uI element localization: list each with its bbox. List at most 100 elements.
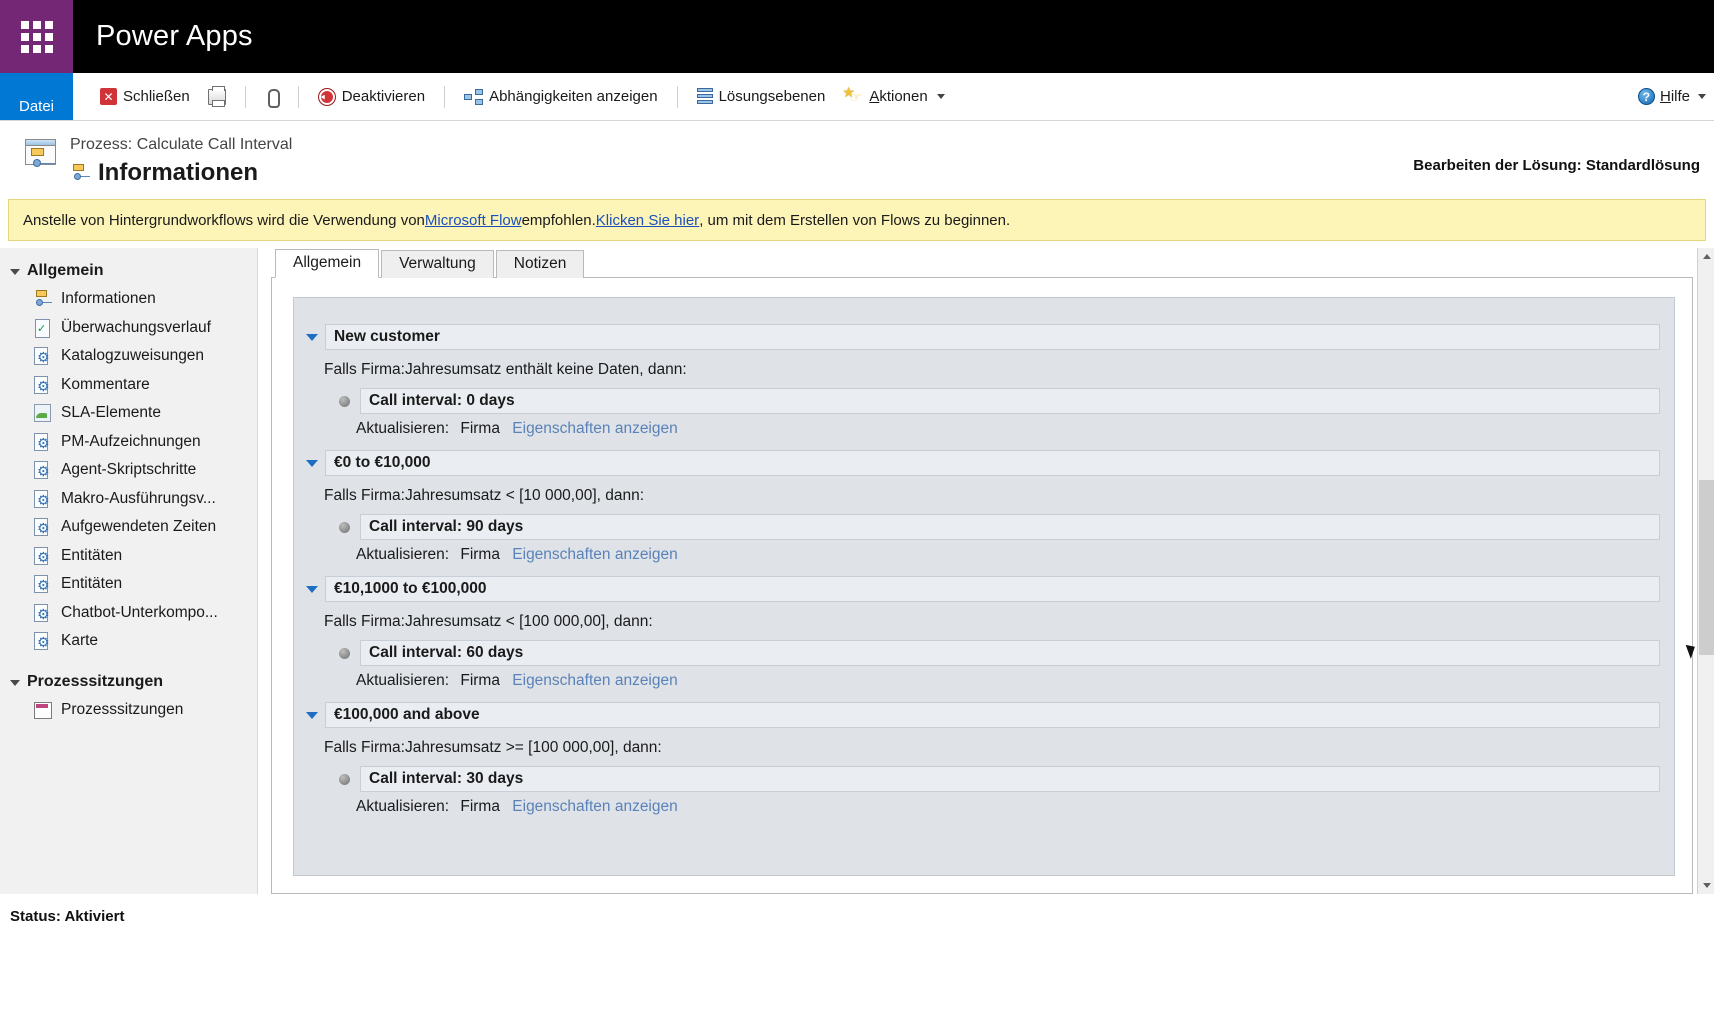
flow-recommendation-banner: Anstelle von Hintergrundworkflows wird d…: [8, 199, 1706, 241]
sidebar-item-label: Überwachungsverlauf: [61, 318, 211, 336]
tab-allgemein[interactable]: Allgemein: [275, 249, 380, 278]
page-scrollbar[interactable]: [1697, 248, 1714, 894]
bullet-icon: [339, 395, 350, 407]
tab-notizen[interactable]: Notizen: [495, 250, 585, 278]
dependencies-icon: [464, 88, 484, 105]
tab-verwaltung[interactable]: Verwaltung: [381, 250, 494, 278]
scroll-down-arrow-icon[interactable]: [1698, 877, 1714, 894]
show-properties-link[interactable]: Eigenschaften anzeigen: [512, 798, 677, 815]
sidebar-item-ueberwachungsverlauf[interactable]: Überwachungsverlauf: [0, 314, 257, 343]
sidebar-item-karte[interactable]: Karte: [0, 627, 257, 656]
solution-layers-icon: [696, 88, 713, 105]
attach-button[interactable]: [256, 84, 288, 110]
show-dependencies-button[interactable]: Abhängigkeiten anzeigen: [455, 84, 666, 109]
rule-condition: Falls Firma:Jahresumsatz enthält keine D…: [324, 361, 687, 378]
page-title-block: Prozess: Calculate Call Interval Informa…: [70, 133, 292, 187]
sidebar-item-entitaeten-1[interactable]: Entitäten: [0, 542, 257, 571]
sidebar-item-label: SLA-Elemente: [61, 404, 161, 422]
rule-action-row: Call interval: 90 days: [306, 514, 1660, 540]
actions-label: Aktionen: [869, 88, 928, 105]
bullet-icon: [339, 647, 350, 659]
banner-text-before: Anstelle von Hintergrundworkflows wird d…: [23, 211, 425, 229]
help-label: Hilfe: [1659, 88, 1690, 105]
rule-header: €0 to €10,000: [306, 450, 1660, 476]
sidebar-item-label: Katalogzuweisungen: [61, 347, 205, 365]
rule-action[interactable]: Call interval: 60 days: [360, 640, 1660, 666]
command-separator-4: [676, 85, 678, 108]
deactivate-icon: [317, 87, 336, 106]
show-properties-link[interactable]: Eigenschaften anzeigen: [512, 420, 677, 437]
sidebar-item-katalogzuweisungen[interactable]: Katalogzuweisungen: [0, 342, 257, 371]
expand-triangle-icon[interactable]: [306, 585, 318, 593]
solution-context-label: Bearbeiten der Lösung: Standardlösung: [1413, 157, 1700, 174]
rule-update-row: Aktualisieren: Firma Eigenschaften anzei…: [306, 792, 1660, 826]
show-properties-link[interactable]: Eigenschaften anzeigen: [512, 672, 677, 689]
sidebar-item-kommentare[interactable]: Kommentare: [0, 371, 257, 400]
sidebar-item-sla-elemente[interactable]: SLA-Elemente: [0, 399, 257, 428]
sidebar-item-chatbot-unterkompo[interactable]: Chatbot-Unterkompo...: [0, 599, 257, 628]
print-icon: [207, 85, 226, 107]
form-area: New customer Falls Firma:Jahresumsatz en…: [271, 278, 1693, 894]
rule-title[interactable]: €10,1000 to €100,000: [325, 576, 1660, 602]
close-button[interactable]: ✕ Schließen: [91, 84, 199, 109]
rule-action[interactable]: Call interval: 90 days: [360, 514, 1660, 540]
microsoft-flow-link[interactable]: Microsoft Flow: [425, 212, 522, 229]
scroll-up-arrow-icon[interactable]: [1698, 248, 1714, 265]
actions-button[interactable]: Aktionen: [834, 84, 953, 110]
sidebar-item-pm-aufzeichnungen[interactable]: PM-Aufzeichnungen: [0, 428, 257, 457]
file-tab[interactable]: Datei: [0, 73, 73, 120]
sidebar-item-label: Makro-Ausführungsv...: [61, 489, 216, 507]
bullet-icon: [339, 521, 350, 533]
rule-title[interactable]: €0 to €10,000: [325, 450, 1660, 476]
rule-update-target: Firma: [460, 546, 500, 563]
click-here-link[interactable]: Klicken Sie hier: [596, 212, 699, 229]
sidebar-item-informationen[interactable]: Informationen: [0, 285, 257, 314]
gear-document-icon: [33, 632, 52, 651]
command-list: ✕ Schließen Deaktivieren Abhängigkeiten …: [73, 73, 1638, 120]
rule-group: New customer Falls Firma:Jahresumsatz en…: [306, 324, 1660, 448]
gear-document-icon: [33, 603, 52, 622]
rule-action[interactable]: Call interval: 0 days: [360, 388, 1660, 414]
sidebar-item-entitaeten-2[interactable]: Entitäten: [0, 570, 257, 599]
expand-triangle-icon[interactable]: [306, 459, 318, 467]
deactivate-button[interactable]: Deaktivieren: [309, 84, 434, 110]
nav-group-prozesssitzungen[interactable]: Prozesssitzungen: [0, 668, 257, 696]
help-button[interactable]: ? Hilfe: [1637, 73, 1714, 120]
solution-layers-button[interactable]: Lösungsebenen: [688, 84, 835, 109]
expand-triangle-icon[interactable]: [306, 711, 318, 719]
nav-group-allgemein[interactable]: Allgemein: [0, 257, 257, 285]
rule-update-label: Aktualisieren:: [356, 672, 450, 689]
suite-bar: Power Apps: [0, 0, 1714, 73]
waffle-grid-icon: [20, 20, 53, 53]
body-split: Allgemein Informationen Überwachungsverl…: [0, 248, 1714, 894]
gear-document-icon: [33, 347, 52, 366]
app-launcher-button[interactable]: [0, 0, 73, 73]
rule-action[interactable]: Call interval: 30 days: [360, 766, 1660, 792]
sidebar-item-label: Karte: [61, 632, 99, 650]
sidebar-item-makro-ausfuehrungsv[interactable]: Makro-Ausführungsv...: [0, 485, 257, 514]
print-button[interactable]: [199, 85, 235, 109]
collapse-triangle-icon: [10, 269, 20, 275]
scrollbar-thumb[interactable]: [1699, 480, 1714, 655]
rule-title[interactable]: New customer: [325, 324, 1660, 350]
rule-title[interactable]: €100,000 and above: [325, 702, 1660, 728]
command-bar: Datei ✕ Schließen Deaktivieren Abhängigk…: [0, 73, 1714, 121]
gear-document-icon: [33, 375, 52, 394]
sidebar-item-label: Informationen: [61, 290, 156, 308]
status-bar: Status: Aktiviert: [0, 894, 1714, 938]
command-separator-3: [444, 85, 446, 108]
rule-group: €10,1000 to €100,000 Falls Firma:Jahresu…: [306, 576, 1660, 700]
sidebar-item-agent-skriptschritte[interactable]: Agent-Skriptschritte: [0, 456, 257, 485]
help-chevron-down-icon: [1698, 94, 1706, 99]
sidebar-item-prozesssitzungen[interactable]: Prozesssitzungen: [0, 696, 257, 725]
sidebar-item-aufgewendeten-zeiten[interactable]: Aufgewendeten Zeiten: [0, 513, 257, 542]
sidebar-item-label: Aufgewendeten Zeiten: [61, 518, 217, 536]
breadcrumb: Prozess: Calculate Call Interval: [70, 136, 293, 153]
rule-group: €0 to €10,000 Falls Firma:Jahresumsatz <…: [306, 450, 1660, 574]
page-header: Prozess: Calculate Call Interval Informa…: [0, 121, 1714, 193]
form-tabstrip: Allgemein Verwaltung Notizen: [271, 248, 1693, 278]
gear-document-icon: [33, 518, 52, 537]
show-properties-link[interactable]: Eigenschaften anzeigen: [512, 546, 677, 563]
rule-condition: Falls Firma:Jahresumsatz < [10 000,00], …: [324, 487, 645, 504]
expand-triangle-icon[interactable]: [306, 333, 318, 341]
